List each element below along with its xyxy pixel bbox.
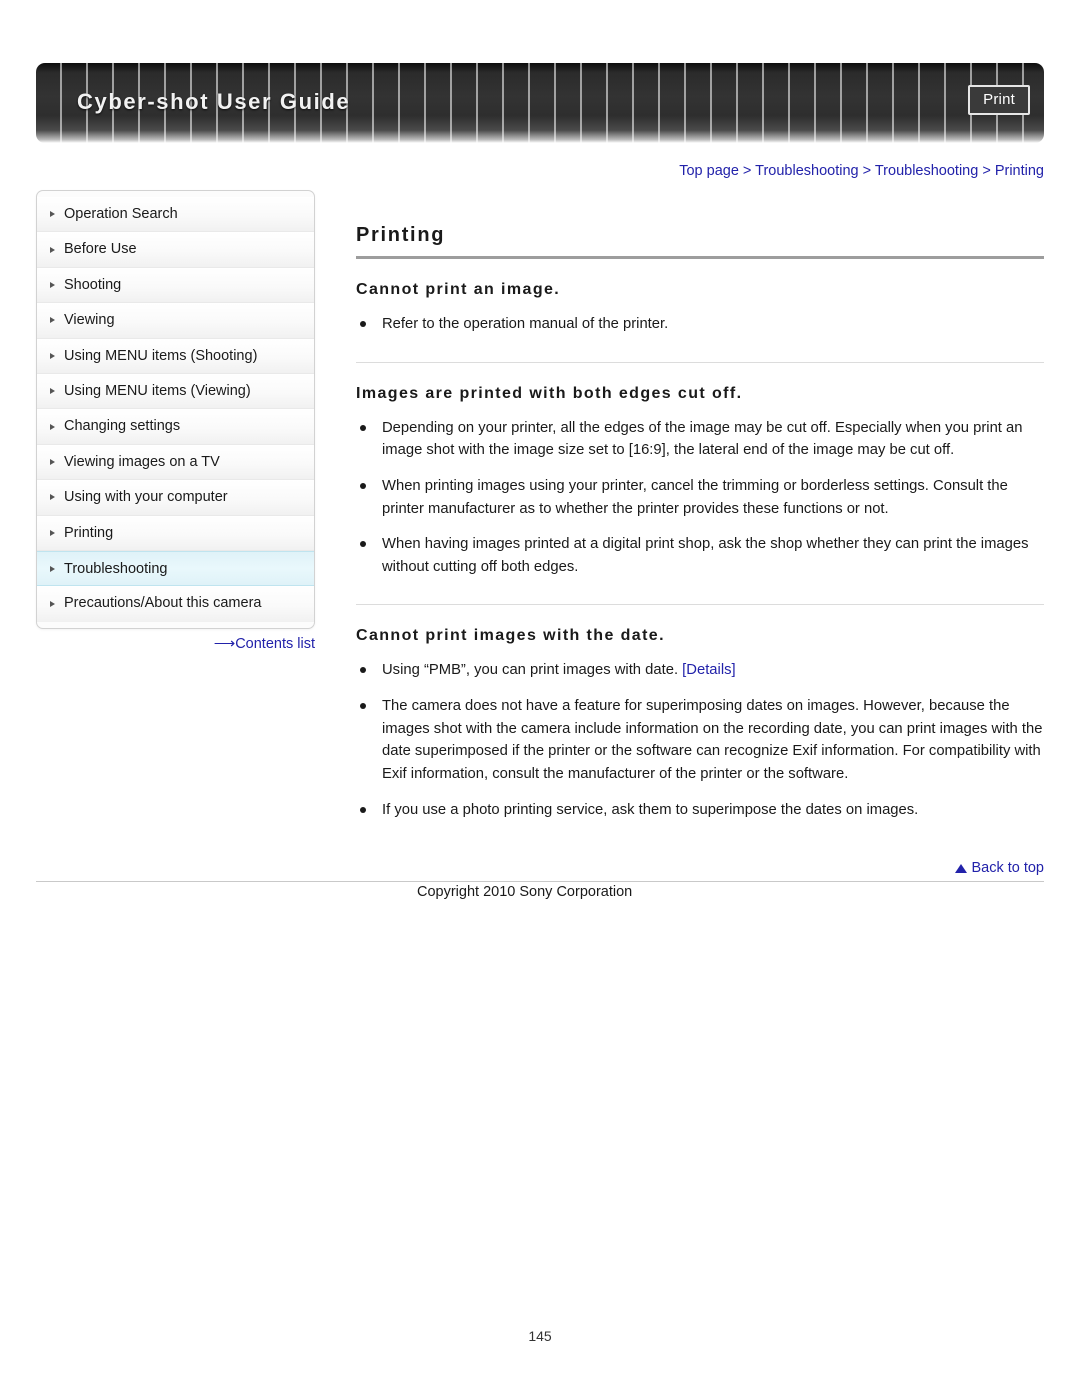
arrow-right-icon: ⟶ (213, 635, 235, 652)
section-heading-cannot-print-an-image: Cannot print an image. (356, 281, 561, 298)
list-item: When having images printed at a digital … (356, 533, 1044, 578)
section-divider (356, 361, 1044, 363)
sidebar-item-operation-search[interactable]: Operation Search (37, 197, 314, 233)
sidebar-item-label: Viewing (64, 312, 115, 329)
sidebar-item-label: Viewing images on a TV (64, 453, 220, 470)
list-item: If you use a photo printing service, ask… (356, 799, 1044, 822)
list-item: Using “PMB”, you can print images with d… (356, 659, 1044, 682)
section-heading-cannot-print-images-with-the-date: Cannot print images with the date. (356, 627, 665, 645)
sidebar-item-label: Before Use (64, 241, 137, 258)
sidebar-item-before-use[interactable]: Before Use (37, 232, 314, 268)
sidebar-item-using-menu-items-shooting[interactable]: Using MENU items (Shooting) (37, 338, 314, 374)
list-item: Refer to the operation manual of the pri… (356, 313, 1044, 336)
sidebar-item-label: Printing (64, 524, 114, 541)
list-item: Depending on your printer, all the edges… (356, 417, 1044, 462)
bullet-list-cannot-print-images-with-the-date: Using “PMB”, you can print images with d… (356, 659, 1044, 821)
sidebar-item-label: Using MENU items (Viewing) (64, 382, 251, 399)
sidebar-item-label: Using with your computer (64, 489, 228, 506)
sidebar-item-label: Changing settings (64, 418, 181, 435)
bullet-list-images-printed-with-edges-cut-off: Depending on your printer, all the edges… (356, 417, 1044, 579)
triangle-up-icon (955, 864, 968, 873)
footer-divider (36, 881, 1044, 882)
sidebar-item-shooting[interactable]: Shooting (37, 267, 314, 304)
sidebar-item-precautions-about-this-camera[interactable]: Precautions/About this camera (37, 586, 314, 622)
triangle-right-icon (50, 317, 55, 324)
sidebar-item-viewing-images-on-a-tv[interactable]: Viewing images on a TV (37, 444, 314, 481)
back-to-top-link[interactable]: Back to top (955, 860, 1044, 876)
sidebar-item-label: Using MENU items (Shooting) (64, 347, 258, 364)
sidebar-item-label: Shooting (64, 276, 122, 293)
triangle-right-icon (50, 458, 55, 465)
triangle-right-icon (50, 281, 55, 288)
sidebar-item-viewing[interactable]: Viewing (37, 303, 314, 339)
page-title: Printing (356, 224, 446, 246)
sidebar-item-label: Operation Search (64, 206, 178, 222)
triangle-right-icon (50, 211, 55, 218)
triangle-right-icon (50, 352, 55, 359)
bullet-list-cannot-print-an-image: Refer to the operation manual of the pri… (356, 313, 1044, 336)
header-banner: Cyber-shot User Guide Print (36, 63, 1044, 143)
list-item: When printing images using your printer,… (356, 475, 1044, 520)
main-content: Printing Cannot print an image. Refer to… (356, 224, 1044, 821)
sidebar-item-changing-settings[interactable]: Changing settings (37, 409, 314, 445)
triangle-right-icon (50, 423, 55, 430)
sidebar-item-troubleshooting[interactable]: Troubleshooting (37, 550, 314, 587)
triangle-right-icon (50, 529, 55, 536)
sidebar-item-label: Troubleshooting (64, 560, 168, 577)
list-item: The camera does not have a feature for s… (356, 695, 1044, 786)
app-title: Cyber-shot User Guide (77, 89, 351, 114)
print-button[interactable]: Print (968, 85, 1030, 115)
triangle-right-icon (50, 246, 55, 253)
section-heading-images-printed-with-edges-cut-off: Images are printed with both edges cut o… (356, 384, 743, 402)
page-number: 145 (528, 1328, 552, 1344)
title-divider (356, 256, 1044, 259)
triangle-right-icon (50, 600, 55, 607)
triangle-right-icon (50, 388, 55, 395)
back-to-top-label: Back to top (971, 860, 1044, 876)
details-link[interactable]: [Details] (682, 662, 735, 678)
triangle-right-icon (50, 494, 55, 501)
breadcrumb[interactable]: Top page > Troubleshooting > Troubleshoo… (679, 163, 1044, 179)
sidebar-item-label: Precautions/About this camera (64, 595, 262, 612)
section-divider (356, 604, 1044, 606)
sidebar-item-printing[interactable]: Printing (37, 515, 314, 551)
sidebar-navigation: Operation Search Before Use Shooting Vie… (36, 190, 315, 629)
contents-list-link[interactable]: ⟶ Contents list (36, 634, 315, 652)
copyright-text: Copyright 2010 Sony Corporation (417, 884, 633, 900)
triangle-right-icon (50, 565, 55, 572)
contents-list-label: Contents list (235, 636, 315, 652)
sidebar-item-using-with-your-computer[interactable]: Using with your computer (37, 480, 314, 516)
sidebar-item-using-menu-items-viewing[interactable]: Using MENU items (Viewing) (37, 373, 314, 410)
list-item-text: Using “PMB”, you can print images with d… (382, 662, 683, 679)
